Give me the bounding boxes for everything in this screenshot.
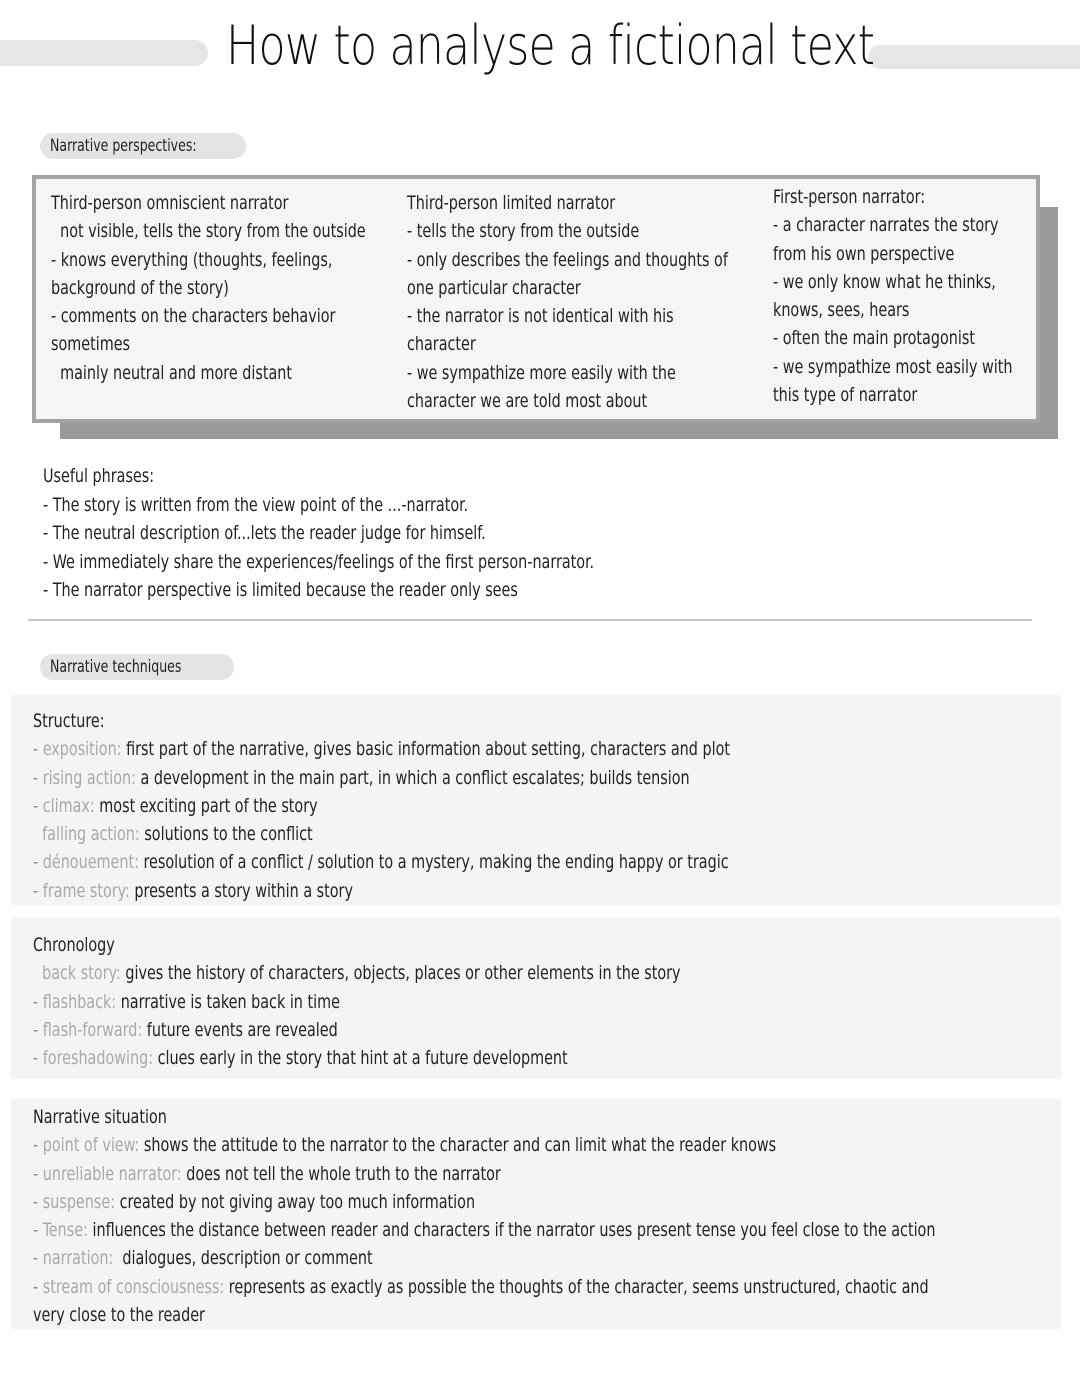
term-label: flashback:: [42, 990, 117, 1013]
term-definition: future events are revealed: [142, 1018, 338, 1041]
term-label: falling action:: [42, 823, 140, 846]
term-label: foreshadowing:: [42, 1047, 154, 1070]
term-label: back story:: [42, 962, 121, 985]
structure-panel: Structure: - exposition: first part of t…: [11, 695, 1061, 905]
term-item: - narration: dialogues, description or c…: [33, 1247, 373, 1270]
term-label: Tense:: [42, 1219, 88, 1242]
term-definition: created by not giving away too much info…: [115, 1190, 476, 1213]
term-definition: does not tell the whole truth to the nar…: [181, 1162, 501, 1185]
phrase-item: - The neutral description of...lets the …: [43, 522, 486, 544]
panel-heading: Narrative situation: [33, 1106, 167, 1128]
term-definition: solutions to the conflict: [139, 823, 313, 846]
perspective-line: - only describes the feelings and though…: [407, 248, 728, 271]
perspective-line: - tells the story from the outside: [407, 220, 640, 243]
term-definition: shows the attitude to the narrator to th…: [139, 1134, 777, 1157]
term-definition: represents as exactly as possible the th…: [224, 1275, 929, 1298]
phrase-item: - The narrator perspective is limited be…: [43, 579, 518, 601]
section-divider: [28, 619, 1032, 621]
term-item: back story: gives the history of charact…: [33, 959, 681, 987]
term-item: - exposition: first part of the narrativ…: [33, 738, 730, 761]
term-item: - unreliable narrator: does not tell the…: [33, 1162, 501, 1185]
term-label: flash-forward:: [42, 1018, 143, 1041]
term-item: - frame story: presents a story within a…: [33, 879, 353, 902]
chronology-panel: Chronology back story: gives the history…: [11, 917, 1061, 1079]
title-decoration-right: [868, 45, 1080, 69]
perspective-limited: Third-person limited narrator - tells th…: [407, 189, 789, 415]
perspective-line: mainly neutral and more distant: [51, 361, 293, 384]
term-item: - flashback: narrative is taken back in …: [33, 990, 340, 1013]
term-item: - flash-forward: future events are revea…: [33, 1018, 338, 1041]
perspective-line: - often the main protagonist: [773, 327, 975, 350]
term-label: frame story:: [42, 879, 130, 902]
term-label: point of view:: [42, 1134, 140, 1157]
term-definition: first part of the narrative, gives basic…: [121, 738, 730, 761]
perspective-line: sometimes: [51, 333, 131, 356]
panel-heading: Structure:: [33, 710, 105, 732]
term-label: climax:: [42, 794, 95, 817]
term-item: - stream of consciousness: represents as…: [33, 1275, 929, 1298]
term-item: - point of view: shows the attitude to t…: [33, 1134, 777, 1157]
term-item: - dénouement: resolution of a conflict /…: [33, 851, 729, 874]
term-label: stream of consciousness:: [42, 1275, 225, 1298]
useful-phrases: Useful phrases: - The story is written f…: [43, 462, 699, 605]
section-label-text: Narrative techniques: [50, 657, 182, 677]
perspective-heading: First-person narrator:: [773, 186, 926, 208]
section-label-text: Narrative perspectives:: [50, 136, 197, 156]
perspective-line: not visible, tells the story from the ou…: [51, 220, 366, 243]
term-definition: narrative is taken back in time: [116, 990, 340, 1013]
perspective-line: - we only know what he thinks,: [773, 270, 996, 293]
perspective-line: - we sympathize most easily with: [773, 355, 1013, 378]
perspective-line: - comments on the characters behavior: [51, 305, 336, 328]
term-continuation: very close to the reader: [33, 1304, 205, 1327]
perspective-line: background of the story): [51, 276, 229, 299]
term-item: - Tense: influences the distance between…: [33, 1219, 936, 1242]
term-label: unreliable narrator:: [42, 1162, 182, 1185]
panel-heading: Chronology: [33, 934, 115, 956]
perspective-line: knows, sees, hears: [773, 299, 910, 322]
perspective-heading: Third-person omniscient narrator: [51, 192, 289, 214]
perspective-line: - knows everything (thoughts, feelings,: [51, 248, 333, 271]
term-label: suspense:: [42, 1190, 116, 1213]
term-definition: clues early in the story that hint at a …: [153, 1047, 568, 1070]
perspective-heading: Third-person limited narrator: [407, 192, 616, 214]
perspective-line: one particular character: [407, 276, 581, 299]
term-definition: resolution of a conflict / solution to a…: [138, 851, 729, 874]
perspective-line: - a character narrates the story: [773, 214, 999, 237]
perspective-line: character: [407, 333, 476, 356]
section-label-techniques: Narrative techniques: [40, 654, 234, 680]
term-definition: dialogues, description or comment: [113, 1247, 373, 1270]
perspective-line: - we sympathize more easily with the: [407, 361, 676, 384]
phrase-item: - The story is written from the view poi…: [43, 493, 469, 516]
term-definition: most exciting part of the story: [94, 794, 318, 817]
term-item: - foreshadowing: clues early in the stor…: [33, 1047, 568, 1070]
term-label: narration:: [42, 1247, 114, 1270]
phrases-heading: Useful phrases:: [43, 465, 155, 487]
term-label: dénouement:: [42, 851, 139, 874]
narrative-situation-panel: Narrative situation - point of view: sho…: [11, 1099, 1061, 1329]
term-label: exposition:: [42, 738, 122, 761]
term-definition: influences the distance between reader a…: [87, 1219, 936, 1242]
perspective-line: this type of narrator: [773, 384, 918, 407]
perspective-line: - the narrator is not identical with his: [407, 305, 674, 328]
phrase-item: - We immediately share the experiences/f…: [43, 550, 595, 573]
perspective-line: character we are told most about: [407, 390, 648, 413]
term-item: - rising action: a development in the ma…: [33, 766, 690, 789]
perspective-line: from his own perspective: [773, 242, 955, 265]
term-definition: gives the history of characters, objects…: [120, 962, 681, 985]
perspectives-box: Third-person omniscient narrator not vis…: [32, 175, 1040, 423]
section-label-perspectives: Narrative perspectives:: [40, 133, 246, 159]
page-title: How to analyse a fictional text: [226, 14, 875, 77]
title-decoration-left: [0, 40, 208, 66]
term-definition: a development in the main part, in which…: [135, 766, 690, 789]
term-item: falling action: solutions to the conflic…: [33, 820, 730, 848]
term-item: - suspense: created by not giving away t…: [33, 1190, 476, 1213]
perspective-omniscient: Third-person omniscient narrator not vis…: [51, 189, 426, 387]
term-item: - climax: most exciting part of the stor…: [33, 794, 318, 817]
term-definition: presents a story within a story: [129, 879, 353, 902]
perspective-first-person: First-person narrator: - a character nar…: [773, 183, 1058, 409]
term-label: rising action:: [42, 766, 136, 789]
